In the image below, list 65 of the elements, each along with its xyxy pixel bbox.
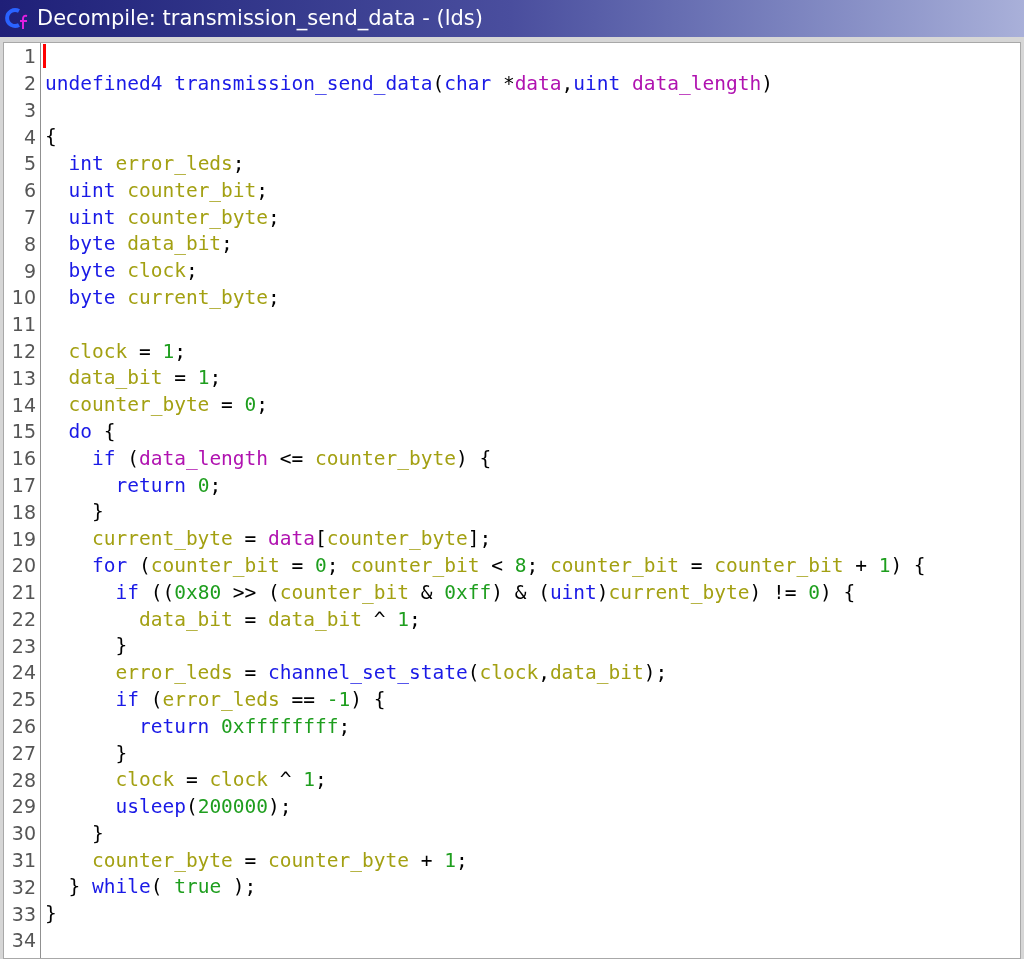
code-line: if ((0x80 >> (counter_bit & 0xff) & (uint)current_byte) != 0) { (114, 579, 856, 606)
code-line: int error_leds; (67, 150, 245, 177)
line-number: 15 (11, 419, 36, 445)
code-line: } (114, 633, 128, 660)
code-line: uint counter_byte; (67, 204, 280, 231)
line-number: 8 (23, 231, 36, 257)
code-line: } (90, 499, 104, 526)
code-line: do { (67, 418, 116, 445)
code-line: return 0xffffffff; (137, 713, 351, 740)
line-number: 9 (23, 258, 36, 284)
line-number: 1 (23, 44, 36, 70)
line-number: 32 (11, 874, 36, 900)
code-line: byte current_byte; (67, 284, 280, 311)
line-number: 16 (11, 446, 36, 472)
code-line: } while( true ); (67, 874, 257, 901)
line-number: 19 (11, 526, 36, 552)
code-line: error_leds = channel_set_state(clock,data_bit); (114, 660, 668, 687)
line-number: 6 (23, 178, 36, 204)
line-number: 29 (11, 794, 36, 820)
line-number: 12 (11, 338, 36, 364)
code-line: return 0; (114, 472, 222, 499)
line-number: 10 (11, 285, 36, 311)
line-number: 11 (11, 312, 36, 338)
line-number: 5 (23, 151, 36, 177)
line-number: 13 (11, 365, 36, 391)
line-number: 30 (11, 821, 36, 847)
code-line: byte clock; (67, 258, 198, 285)
line-number: 23 (11, 633, 36, 659)
line-number: 21 (11, 580, 36, 606)
code-line: undefined4 transmission_send_data(char *data,uint data_length) (45, 70, 773, 97)
line-number: 27 (11, 740, 36, 766)
line-number: 34 (11, 928, 36, 954)
code-line: clock = 1; (67, 338, 186, 365)
line-number: 24 (11, 660, 36, 686)
code-line: } (114, 740, 128, 767)
line-number: 7 (23, 204, 36, 230)
line-number: 17 (11, 472, 36, 498)
code-line: counter_byte = 0; (67, 392, 269, 419)
code-line: } (90, 820, 104, 847)
code-line: counter_byte = counter_byte + 1; (90, 847, 468, 874)
line-number: 18 (11, 499, 36, 525)
line-number: 14 (11, 392, 36, 418)
line-number: 20 (11, 553, 36, 579)
line-number: 3 (23, 97, 36, 123)
code-line: if (error_leds == -1) { (114, 686, 386, 713)
line-number: 33 (11, 901, 36, 927)
code-line: } (45, 901, 57, 928)
window-title: Decompile: transmission_send_data - (lds) (37, 4, 483, 33)
code-line: if (data_length <= counter_byte) { (90, 445, 492, 472)
code-line: data_bit = data_bit ^ 1; (137, 606, 421, 633)
code-line: uint counter_bit; (67, 177, 269, 204)
line-number: 2 (23, 70, 36, 96)
code-line: usleep(200000); (114, 794, 292, 821)
line-number: 25 (11, 687, 36, 713)
line-number: 22 (11, 606, 36, 632)
code-line: current_byte = data[counter_byte]; (90, 526, 492, 553)
line-number: 26 (11, 714, 36, 740)
line-number: 28 (11, 767, 36, 793)
code-line: byte data_bit; (67, 231, 233, 258)
code-line: clock = clock ^ 1; (114, 767, 327, 794)
code-line: { (45, 124, 57, 151)
code-line: data_bit = 1; (67, 365, 222, 392)
code-line: for (counter_bit = 0; counter_bit < 8; counter_bit = counter_bit + 1) { (90, 552, 926, 579)
line-number: 31 (11, 848, 36, 874)
line-number: 4 (23, 124, 36, 150)
